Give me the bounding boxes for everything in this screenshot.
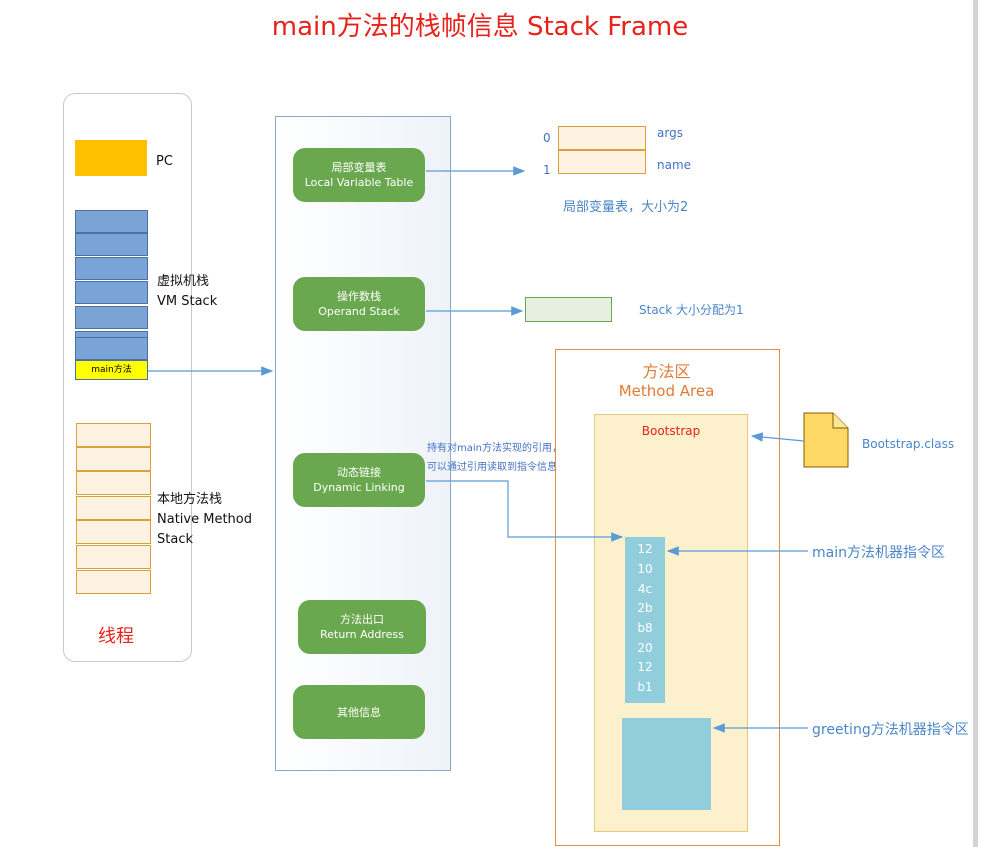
connector-arrows [148,166,808,733]
arrow-dynamic-link [426,480,624,542]
arrow-class-file [750,432,805,442]
window-edge [973,0,978,847]
